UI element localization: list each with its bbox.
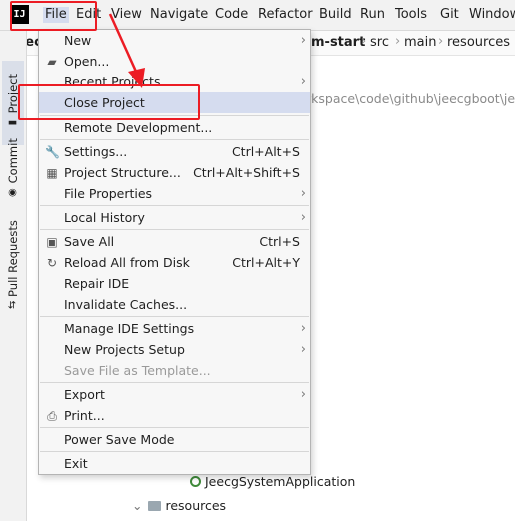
annotation-arrow-icon xyxy=(108,13,145,88)
